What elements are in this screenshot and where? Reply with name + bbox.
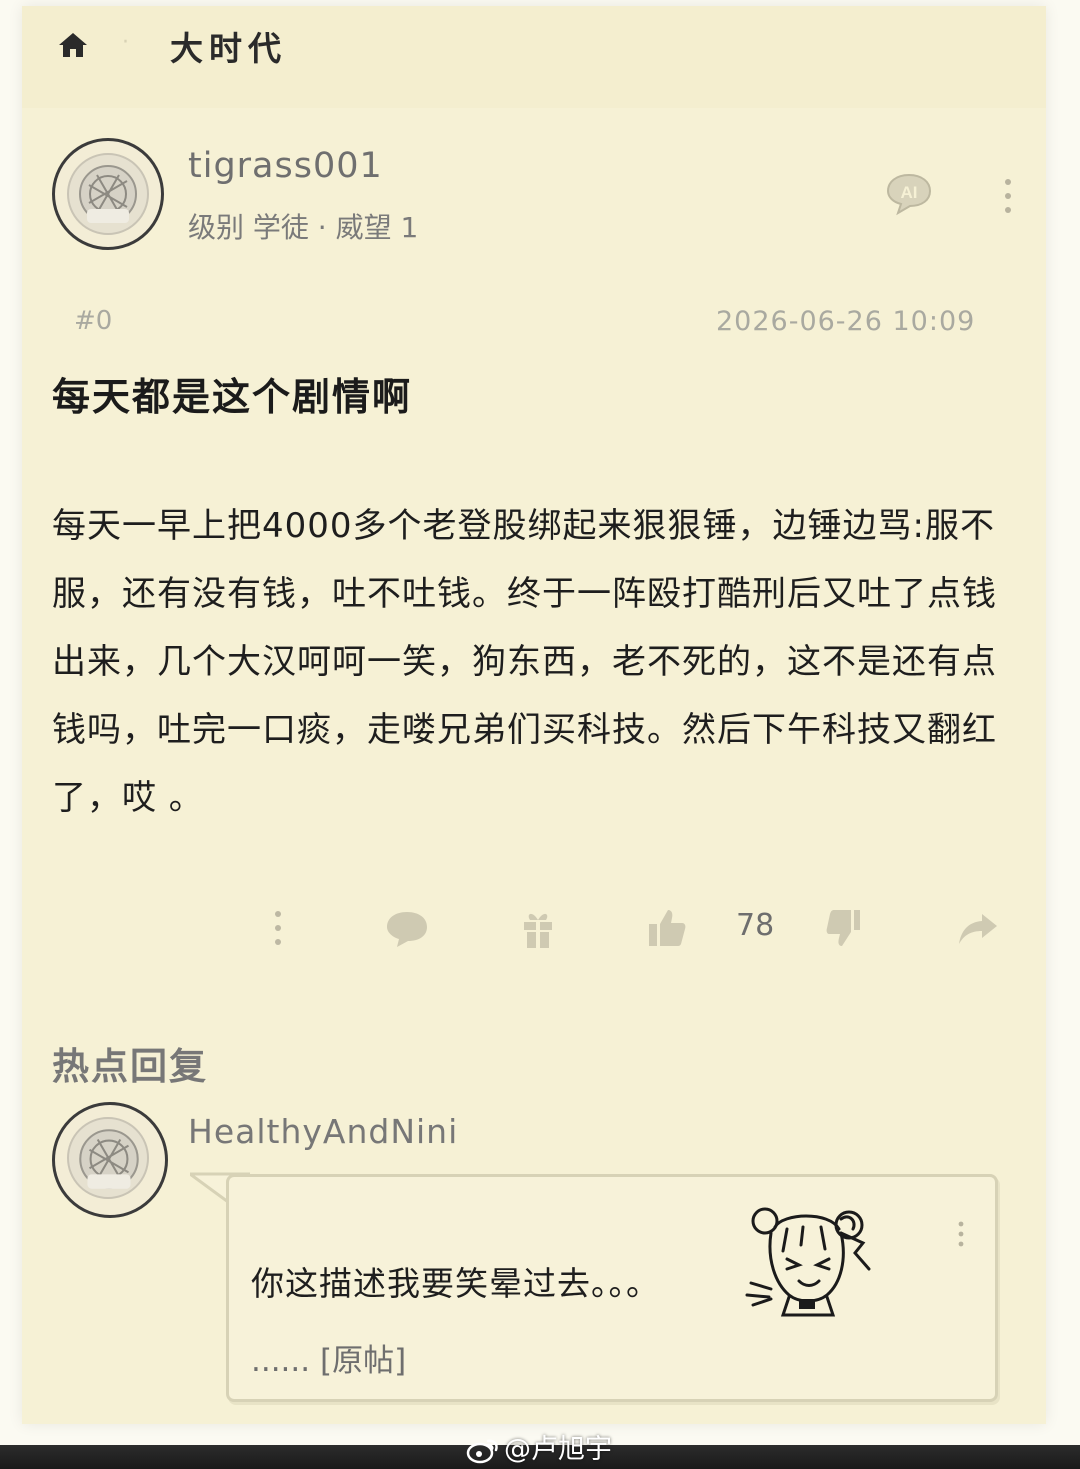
original-post-link[interactable]: ...... [原帖] — [251, 1335, 406, 1380]
reply-avatar[interactable] — [52, 1102, 168, 1218]
forum-title[interactable]: 大时代 — [170, 22, 287, 70]
gift-icon[interactable] — [520, 906, 556, 950]
reply-username[interactable]: HealthyAndNini — [188, 1112, 458, 1151]
more-vertical-icon[interactable] — [268, 906, 288, 950]
default-avatar-icon — [79, 165, 137, 223]
reply-bubble[interactable]: 你这描述我要笑晕过去。。。 ...... [原帖] — [226, 1174, 998, 1402]
author-level: 级别 学徒 · 威望 1 — [188, 211, 419, 244]
more-options-icon[interactable] — [998, 176, 1018, 216]
breadcrumb-separator: · — [122, 30, 129, 55]
post-page: · 大时代 tigrass001 级别 学徒 · 威望 1 AI #0 2026… — [22, 6, 1046, 1424]
reply-more-icon[interactable] — [953, 1219, 969, 1249]
share-icon[interactable] — [956, 906, 1000, 950]
thumbs-down-icon[interactable] — [824, 906, 862, 950]
home-icon[interactable] — [56, 28, 90, 62]
author-avatar[interactable] — [52, 138, 164, 250]
post-timestamp: 2026-06-26 10:09 — [716, 306, 976, 337]
floor-number: #0 — [74, 306, 113, 336]
comment-icon[interactable] — [384, 906, 430, 950]
likes-count: 78 — [736, 908, 775, 943]
ai-icon[interactable]: AI — [884, 171, 934, 217]
post-body: 每天一早上把4000多个老登股绑起来狠狠锤，边锤边骂:服不服，还有没有钱，吐不吐… — [52, 506, 997, 818]
svg-text:AI: AI — [901, 183, 918, 202]
hot-replies-heading: 热点回复 — [52, 1045, 208, 1088]
thumbs-up-icon[interactable] — [646, 906, 688, 950]
weibo-logo-icon — [466, 1439, 498, 1464]
default-avatar-icon — [79, 1129, 139, 1189]
reply-text: 你这描述我要笑晕过去。。。 — [251, 1264, 660, 1303]
author-name[interactable]: tigrass001 — [188, 146, 383, 186]
weibo-watermark: @卢旭宇 — [466, 1427, 612, 1466]
watermark-text: @卢旭宇 — [504, 1434, 612, 1465]
top-navigation-bar: · 大时代 — [22, 6, 1046, 108]
post-title: 每天都是这个剧情啊 — [52, 375, 413, 419]
laughing-girl-sticker-icon — [745, 1207, 871, 1317]
